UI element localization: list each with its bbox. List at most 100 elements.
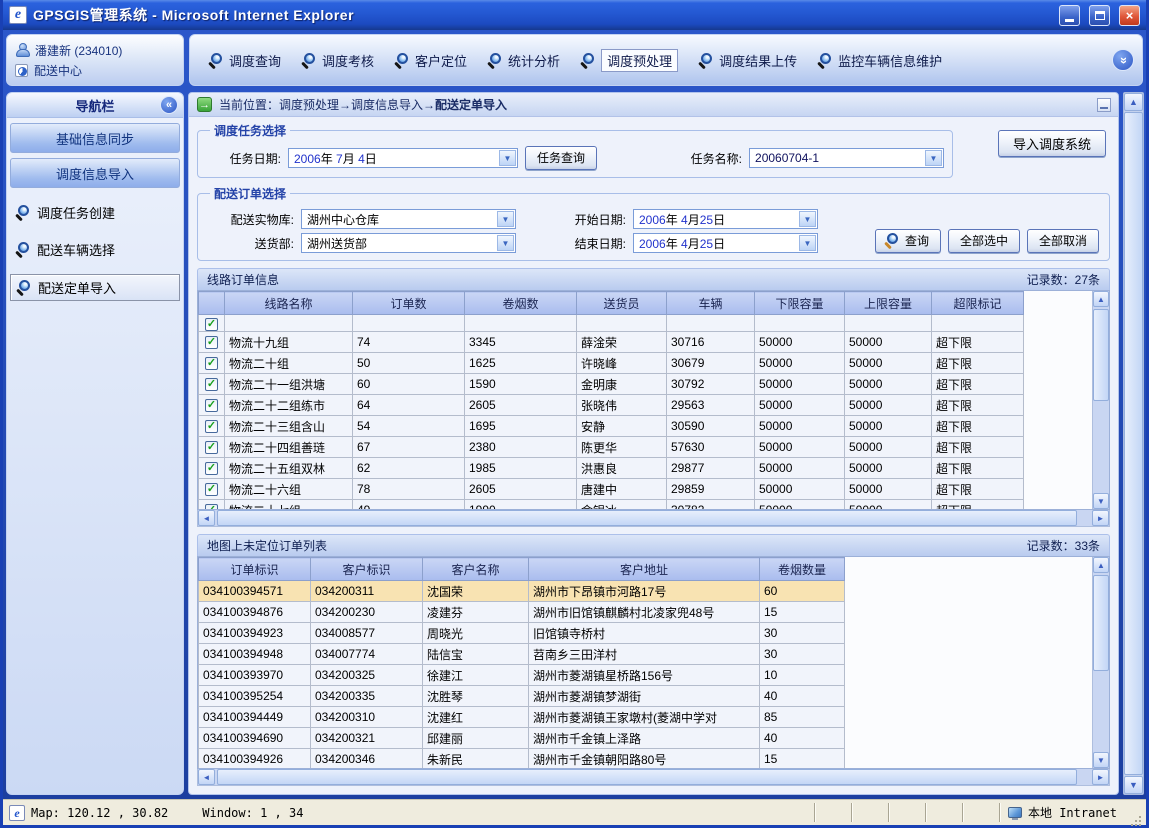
- cell[interactable]: 50: [353, 353, 465, 374]
- import-dispatch-button[interactable]: 导入调度系统: [998, 130, 1106, 157]
- unlocated-order-row[interactable]: 034100395254034200335沈胜琴湖州市菱湖镇梦湖街40: [199, 686, 845, 707]
- cell[interactable]: 物流十九组: [225, 332, 353, 353]
- cell[interactable]: 034100394923: [199, 623, 311, 644]
- combo-arrow-button[interactable]: ▼: [799, 235, 816, 251]
- cell[interactable]: 50000: [845, 500, 932, 511]
- cell[interactable]: 57630: [667, 437, 755, 458]
- cell[interactable]: 张晓伟: [577, 395, 667, 416]
- deselect-all-button[interactable]: 全部取消: [1027, 229, 1099, 253]
- cell[interactable]: 50000: [755, 332, 845, 353]
- start-date-combo[interactable]: 2006年 4月25日 ▼: [633, 209, 818, 229]
- checkbox-checked-icon[interactable]: ✓: [205, 483, 218, 496]
- cell[interactable]: 15: [760, 602, 845, 623]
- cell[interactable]: 034100394449: [199, 707, 311, 728]
- cell[interactable]: 物流二十组: [225, 353, 353, 374]
- cell[interactable]: 034200310: [311, 707, 423, 728]
- select-all-button[interactable]: 全部选中: [948, 229, 1020, 253]
- cell[interactable]: 50000: [755, 500, 845, 511]
- cell[interactable]: 40: [760, 686, 845, 707]
- cell[interactable]: 苕南乡三田洋村: [529, 644, 760, 665]
- nav-item-customer-locate[interactable]: 客户定位: [394, 51, 467, 70]
- cell[interactable]: 50000: [845, 374, 932, 395]
- cell[interactable]: 034200346: [311, 749, 423, 770]
- nav-item-vehicle-info-maintain[interactable]: 监控车辆信息维护: [817, 51, 942, 70]
- cell[interactable]: 30590: [667, 416, 755, 437]
- scroll-down-button[interactable]: ▼: [1093, 493, 1109, 509]
- cell[interactable]: 1985: [465, 458, 577, 479]
- cell[interactable]: 30: [760, 644, 845, 665]
- scrollbar-thumb[interactable]: [217, 769, 1077, 785]
- cell[interactable]: 物流二十一组洪塘: [225, 374, 353, 395]
- cell[interactable]: 物流二十三组含山: [225, 416, 353, 437]
- cell[interactable]: 30679: [667, 353, 755, 374]
- cell[interactable]: 物流二十五组双林: [225, 458, 353, 479]
- cell[interactable]: 50000: [845, 437, 932, 458]
- end-date-combo[interactable]: 2006年 4月25日 ▼: [633, 233, 818, 253]
- cell[interactable]: 50000: [845, 479, 932, 500]
- scrollbar-thumb[interactable]: [1093, 575, 1109, 671]
- scroll-left-button[interactable]: ◄: [198, 510, 215, 526]
- route-order-row[interactable]: ✓物流二十组501625许晓峰306795000050000超下限: [199, 353, 1024, 374]
- unlocated-order-row[interactable]: 034100394948034007774陆信宝苕南乡三田洋村30: [199, 644, 845, 665]
- combo-arrow-button[interactable]: ▼: [497, 235, 514, 251]
- cell[interactable]: 超下限: [932, 374, 1024, 395]
- cell[interactable]: 湖州市旧馆镇麒麟村北凌家兜48号: [529, 602, 760, 623]
- cell[interactable]: 15: [760, 749, 845, 770]
- cell[interactable]: 邱建丽: [423, 728, 529, 749]
- row-checkbox-cell[interactable]: ✓: [199, 458, 225, 479]
- sidebar-item-task-create[interactable]: 调度任务创建: [10, 200, 180, 225]
- cell[interactable]: 30782: [667, 500, 755, 511]
- row-checkbox-cell[interactable]: ✓: [199, 374, 225, 395]
- unlocated-order-row[interactable]: 034100394571034200311沈国荣湖州市下昂镇市河路17号60: [199, 581, 845, 602]
- cell[interactable]: 74: [353, 332, 465, 353]
- cell[interactable]: 超下限: [932, 395, 1024, 416]
- cell[interactable]: 62: [353, 458, 465, 479]
- unlocated-order-row[interactable]: 034100394926034200346朱新民湖州市千金镇朝阳路80号15: [199, 749, 845, 770]
- cell[interactable]: 湖州市菱湖镇星桥路156号: [529, 665, 760, 686]
- cell[interactable]: 034200230: [311, 602, 423, 623]
- cell[interactable]: 湖州市千金镇朝阳路80号: [529, 749, 760, 770]
- close-button[interactable]: ×: [1119, 5, 1140, 26]
- cell[interactable]: 54: [353, 416, 465, 437]
- checkbox-checked-icon[interactable]: ✓: [205, 462, 218, 475]
- sidebar-group-dispatch-import[interactable]: 调度信息导入: [10, 158, 180, 188]
- cell[interactable]: 沈国荣: [423, 581, 529, 602]
- cell[interactable]: 凌建芬: [423, 602, 529, 623]
- cell[interactable]: 湖州市菱湖镇梦湖街: [529, 686, 760, 707]
- scroll-up-button[interactable]: ▲: [1124, 93, 1143, 111]
- nav-item-dispatch-query[interactable]: 调度查询: [208, 51, 281, 70]
- unlocated-order-row[interactable]: 034100393970034200325徐建江湖州市菱湖镇星桥路156号10: [199, 665, 845, 686]
- cell[interactable]: 034100394690: [199, 728, 311, 749]
- cell[interactable]: 物流二十四组善琏: [225, 437, 353, 458]
- cell[interactable]: 物流二十二组练市: [225, 395, 353, 416]
- cell[interactable]: 034008577: [311, 623, 423, 644]
- cell[interactable]: 沈建红: [423, 707, 529, 728]
- cell[interactable]: 沈胜琴: [423, 686, 529, 707]
- route-order-row[interactable]: ✓物流二十七组491990俞银冰307825000050000超下限: [199, 500, 1024, 511]
- cell[interactable]: 徐建江: [423, 665, 529, 686]
- cell[interactable]: 85: [760, 707, 845, 728]
- cell[interactable]: 60: [760, 581, 845, 602]
- cell[interactable]: 安静: [577, 416, 667, 437]
- route-order-row[interactable]: ✓物流二十三组含山541695安静305905000050000超下限: [199, 416, 1024, 437]
- cell[interactable]: 湖州市菱湖镇王家墩村(菱湖中学对: [529, 707, 760, 728]
- page-vertical-scrollbar[interactable]: ▲ ▼: [1123, 92, 1144, 795]
- task-name-combo[interactable]: 20060704-1 ▼: [749, 148, 944, 168]
- cell[interactable]: 034007774: [311, 644, 423, 665]
- cell[interactable]: 1590: [465, 374, 577, 395]
- minimize-button[interactable]: [1059, 5, 1080, 26]
- panel-collapse-button[interactable]: [1097, 98, 1111, 112]
- cell[interactable]: 034100394948: [199, 644, 311, 665]
- maximize-button[interactable]: [1089, 5, 1110, 26]
- cell[interactable]: 50000: [845, 332, 932, 353]
- cell[interactable]: 67: [353, 437, 465, 458]
- cell[interactable]: 湖州市下昂镇市河路17号: [529, 581, 760, 602]
- scroll-down-button[interactable]: ▼: [1124, 776, 1143, 794]
- scroll-left-button[interactable]: ◄: [198, 769, 215, 785]
- cell[interactable]: 50000: [845, 458, 932, 479]
- route-order-row[interactable]: ✓物流二十二组练市642605张晓伟295635000050000超下限: [199, 395, 1024, 416]
- cell[interactable]: 超下限: [932, 458, 1024, 479]
- cell[interactable]: 超下限: [932, 479, 1024, 500]
- row-checkbox-cell[interactable]: ✓: [199, 332, 225, 353]
- cell[interactable]: 薛淦荣: [577, 332, 667, 353]
